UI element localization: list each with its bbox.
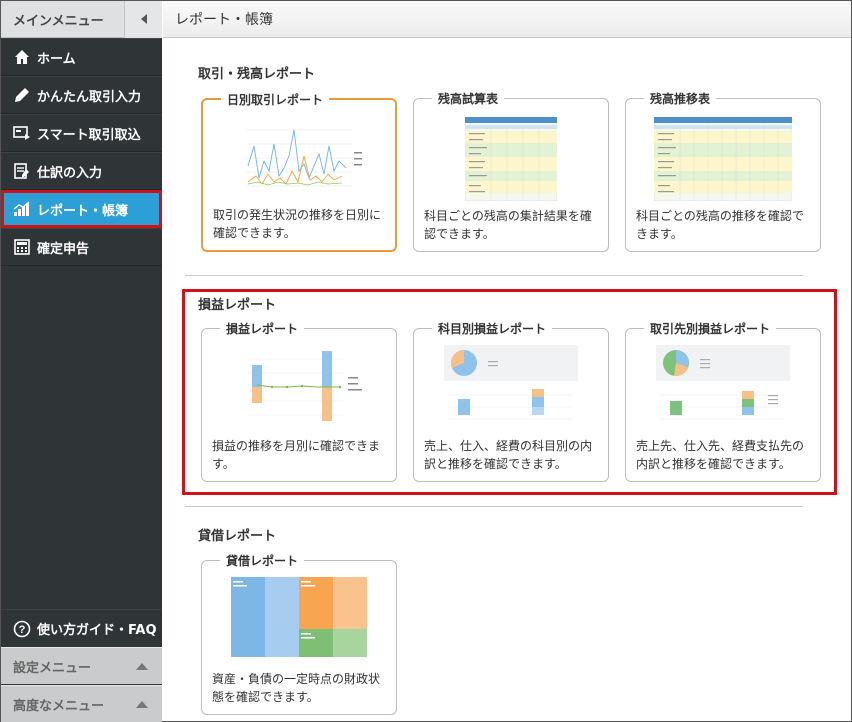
collapse-sidebar-button[interactable] <box>124 0 162 38</box>
sidebar-header: メインメニュー <box>1 0 162 38</box>
pie-bar-thumbnail <box>444 345 578 427</box>
card-title: 科目別損益レポート <box>432 320 553 337</box>
help-circle-icon: ? <box>13 620 31 638</box>
card-pl-by-partner[interactable]: 取引先別損益レポート 売上先、仕入先、経費支払先の内訳と推移を確認できます。 <box>625 320 821 482</box>
pie-bar-thumbnail <box>656 345 790 427</box>
card-description: 科目ごとの残高の集計結果を確認できます。 <box>424 209 592 241</box>
sidebar-item-label: かんたん取引入力 <box>37 89 142 105</box>
advanced-menu-label: 高度なメニュー <box>13 698 105 714</box>
card-bs-report[interactable]: 貸借レポート 資産・負債の一定時点の財政状態を確認できます。 <box>201 552 397 715</box>
card-title: 残高試算表 <box>432 90 505 107</box>
svg-text:?: ? <box>19 624 26 636</box>
treemap-thumbnail <box>231 577 367 657</box>
help-guide-label: 使い方ガイド・FAQ <box>37 623 157 638</box>
table-thumbnail <box>465 117 557 201</box>
card-description: 損益の推移を月別に確認できます。 <box>212 439 381 471</box>
calculator-icon <box>13 238 31 256</box>
sidebar-title: メインメニュー <box>13 13 104 29</box>
section-divider <box>185 506 803 507</box>
card-trial-balance[interactable]: 残高試算表 科目ごとの残高の集計結果を確認できます。 <box>413 90 609 252</box>
section-title-bs: 貸借レポート <box>198 529 277 544</box>
triangle-up-icon <box>136 662 148 670</box>
section-title-trade: 取引・残高レポート <box>198 67 316 82</box>
triangle-up-icon <box>136 700 148 708</box>
sidebar-item-label: スマート取引取込 <box>37 127 141 143</box>
pencil-icon <box>13 86 31 104</box>
sidebar-item-reports[interactable]: レポート・帳簿 <box>1 190 162 228</box>
table-thumbnail <box>654 117 792 201</box>
home-icon <box>13 48 31 66</box>
settings-menu-label: 設定メニュー <box>13 660 92 676</box>
card-title: 損益レポート <box>220 320 305 337</box>
sidebar-item-home[interactable]: ホーム <box>1 38 162 76</box>
section-title-pl: 損益レポート <box>198 298 277 313</box>
line-chart-thumbnail <box>234 116 364 194</box>
settings-menu-toggle[interactable]: 設定メニュー <box>1 647 162 684</box>
card-description: 資産・負債の一定時点の財政状態を確認できます。 <box>212 672 381 704</box>
sidebar-item-smart-import[interactable]: スマート取引取込 <box>1 114 162 152</box>
page-header: レポート・帳簿 <box>163 1 851 38</box>
bar-chart-thumbnail <box>232 345 366 425</box>
journal-icon <box>13 162 31 180</box>
report-chart-icon <box>13 200 31 218</box>
sidebar-item-label: レポート・帳簿 <box>37 203 129 219</box>
sidebar-item-label: ホーム <box>37 51 76 67</box>
sidebar-item-easy-entry[interactable]: かんたん取引入力 <box>1 76 162 114</box>
card-description: 売上、仕入、経費の科目別の内訳と推移を確認できます。 <box>424 439 593 471</box>
sidebar: メインメニュー ホーム かんたん取引入力 スマート取引取込 仕訳の入力 レポート… <box>1 0 162 722</box>
card-daily-report[interactable]: 日別取引レポート 取引の発生状況の推移を日別に確認できます。 <box>201 91 397 252</box>
card-pl-by-account[interactable]: 科目別損益レポート 売上、仕入、経費の科目別の内訳と推移を確認できます。 <box>413 320 609 482</box>
sidebar-item-label: 仕訳の入力 <box>37 165 103 181</box>
card-description: 科目ごとの残高の推移を確認できます。 <box>636 209 804 241</box>
card-pl-report[interactable]: 損益レポート 損益の推移を月別に確認できます。 <box>201 320 397 482</box>
advanced-menu-toggle[interactable]: 高度なメニュー <box>1 685 162 722</box>
card-balance-trend[interactable]: 残高推移表 科目ごとの残高の推移を確認できます。 <box>625 90 821 252</box>
card-description: 取引の発生状況の推移を日別に確認できます。 <box>213 208 382 240</box>
sidebar-item-tax-return[interactable]: 確定申告 <box>1 228 162 266</box>
page-title: レポート・帳簿 <box>175 12 273 28</box>
sidebar-item-journal[interactable]: 仕訳の入力 <box>1 152 162 190</box>
card-description: 売上先、仕入先、経費支払先の内訳と推移を確認できます。 <box>636 439 805 471</box>
import-icon <box>13 124 31 142</box>
sidebar-item-label: 確定申告 <box>37 241 90 257</box>
card-title: 日別取引レポート <box>221 91 330 108</box>
card-title: 残高推移表 <box>644 90 717 107</box>
card-title: 貸借レポート <box>220 552 305 569</box>
chevron-left-icon <box>140 14 147 24</box>
section-divider <box>185 275 803 276</box>
help-guide-link[interactable]: ? 使い方ガイド・FAQ <box>1 609 162 647</box>
card-title: 取引先別損益レポート <box>644 320 777 337</box>
